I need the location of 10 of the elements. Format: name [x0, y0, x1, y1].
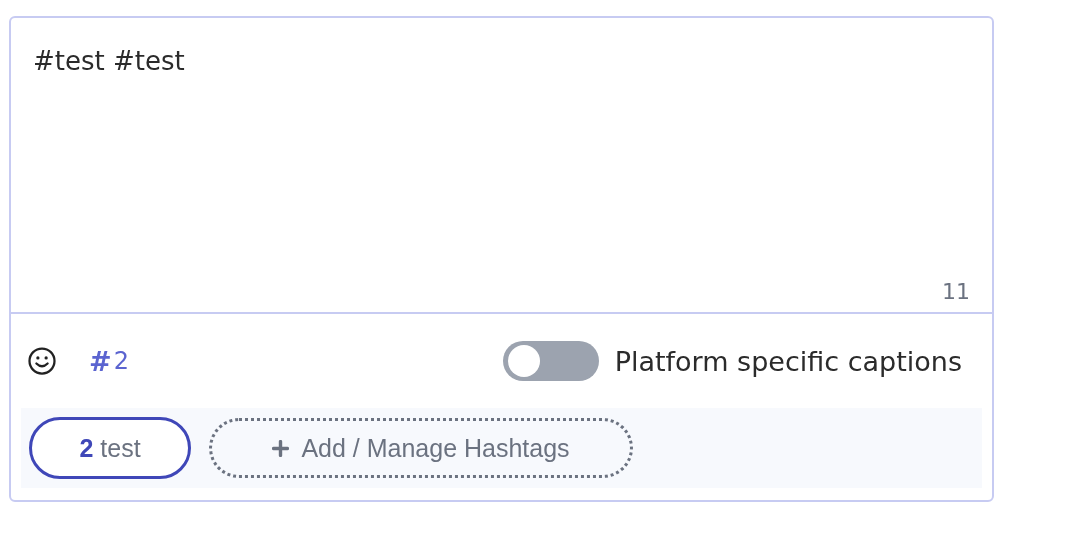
character-count: 11	[942, 279, 970, 304]
toggle-label: Platform specific captions	[614, 345, 962, 377]
toggle-switch[interactable]	[502, 341, 599, 381]
hashtag-symbol: #	[89, 345, 112, 377]
caption-field[interactable]: #test #test	[33, 46, 970, 279]
emoji-icon[interactable]	[27, 346, 57, 376]
add-hashtags-button[interactable]: Add / Manage Hashtags	[209, 418, 633, 478]
plus-icon	[272, 439, 290, 457]
hashtag-chip[interactable]: 2 test	[29, 417, 191, 479]
hashtag-count: 2	[113, 347, 129, 375]
